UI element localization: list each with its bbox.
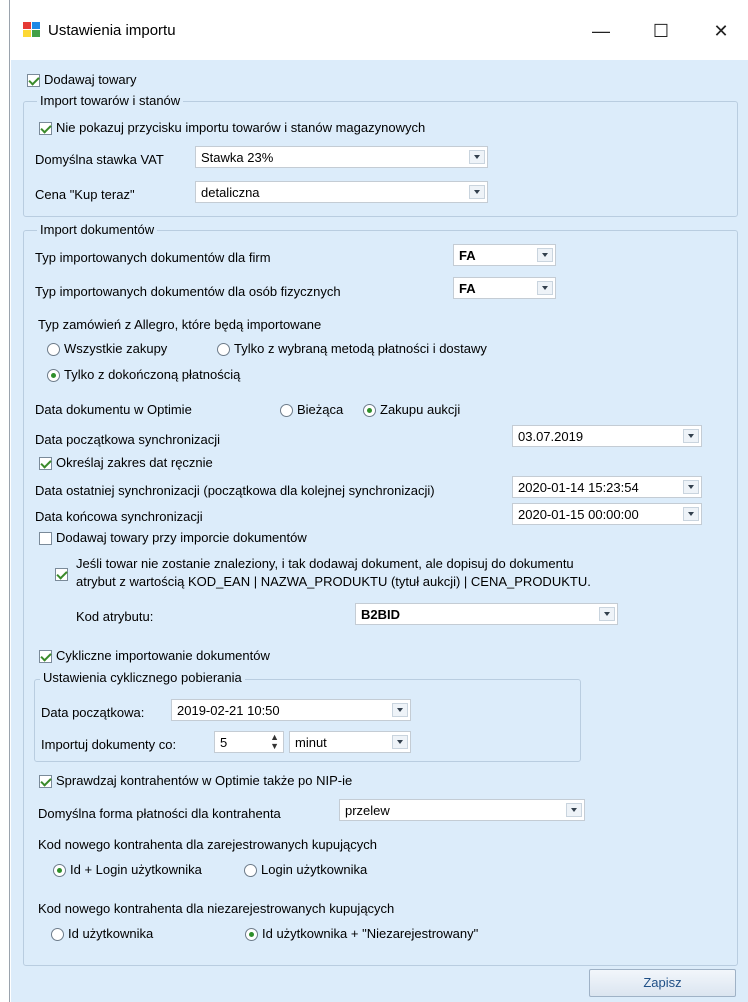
vat-value: Stawka 23% xyxy=(201,150,274,165)
close-button[interactable]: ✕ xyxy=(698,16,744,46)
manual-range-checkbox[interactable] xyxy=(39,457,52,470)
cyclic-start-value: 2019-02-21 10:50 xyxy=(177,703,280,718)
chevron-down-icon[interactable] xyxy=(566,803,582,817)
registered-opt1-label: Id + Login użytkownika xyxy=(70,862,202,877)
type-persons-combo[interactable]: FA xyxy=(453,277,556,299)
save-button[interactable]: Zapisz xyxy=(589,969,736,997)
orders-method-label: Tylko z wybraną metodą płatności i dosta… xyxy=(234,341,487,356)
cyclic-start-picker[interactable]: 2019-02-21 10:50 xyxy=(171,699,411,721)
chevron-down-icon[interactable] xyxy=(537,248,553,262)
minimize-button[interactable]: — xyxy=(578,16,624,46)
orders-paid-label: Tylko z dokończoną płatnością xyxy=(64,367,241,382)
import-every-stepper[interactable]: 5 ▲ ▼ xyxy=(214,731,284,753)
type-persons-value: FA xyxy=(459,281,476,296)
type-companies-label: Typ importowanych dokumentów dla firm xyxy=(35,250,271,265)
attr-code-combo[interactable]: B2BID xyxy=(355,603,618,625)
registered-opt2-label: Login użytkownika xyxy=(261,862,368,877)
cyclic-group-title: Ustawienia cyklicznego pobierania xyxy=(40,670,245,685)
import-every-value: 5 xyxy=(220,735,228,750)
cyclic-label: Cykliczne importowanie dokumentów xyxy=(56,648,270,663)
last-sync-label: Data ostatniej synchronizacji (początkow… xyxy=(35,483,435,498)
end-sync-picker[interactable]: 2020-01-15 00:00:00 xyxy=(512,503,702,525)
add-products-checkbox[interactable] xyxy=(27,74,40,87)
type-companies-combo[interactable]: FA xyxy=(453,244,556,266)
orders-all-radio[interactable] xyxy=(47,343,60,356)
last-sync-picker[interactable]: 2020-01-14 15:23:54 xyxy=(512,476,702,498)
doc-date-label: Data dokumentu w Optimie xyxy=(35,402,192,417)
orders-method-radio[interactable] xyxy=(217,343,230,356)
add-on-import-label: Dodawaj towary przy imporcie dokumentów xyxy=(56,530,307,545)
price-label: Cena "Kup teraz" xyxy=(35,187,135,202)
attr-code-value: B2BID xyxy=(361,607,401,622)
chevron-down-icon[interactable] xyxy=(469,150,485,164)
start-sync-value: 03.07.2019 xyxy=(518,429,584,444)
registered-opt1-radio[interactable] xyxy=(53,864,66,877)
window-title: Ustawienia importu xyxy=(48,22,176,39)
attr-code-label: Kod atrybutu: xyxy=(76,609,154,624)
price-combo[interactable]: detaliczna xyxy=(195,181,488,203)
payment-combo[interactable]: przelew xyxy=(339,799,585,821)
app-icon xyxy=(22,20,42,40)
registered-label: Kod nowego kontrahenta dla zarejestrowan… xyxy=(38,837,377,852)
payment-value: przelew xyxy=(345,803,390,818)
nip-check-checkbox[interactable] xyxy=(39,775,52,788)
chevron-down-icon[interactable] xyxy=(469,185,485,199)
vat-label: Domyślna stawka VAT xyxy=(35,152,164,167)
doc-date-current-label: Bieżąca xyxy=(297,402,344,417)
chevron-down-icon[interactable] xyxy=(599,607,615,621)
chevron-down-icon[interactable] xyxy=(392,735,408,749)
doc-date-current-radio[interactable] xyxy=(280,404,293,417)
stepper-arrows-icon[interactable]: ▲ ▼ xyxy=(270,733,279,751)
end-sync-value: 2020-01-15 00:00:00 xyxy=(518,507,639,522)
unregistered-opt2-label: Id użytkownika + "Niezarejestrowany" xyxy=(262,926,479,941)
unit-value: minut xyxy=(295,735,327,750)
doc-date-auction-radio[interactable] xyxy=(363,404,376,417)
unregistered-opt2-radio[interactable] xyxy=(245,928,258,941)
chevron-down-icon[interactable] xyxy=(683,480,699,494)
orders-all-label: Wszystkie zakupy xyxy=(64,341,168,356)
unregistered-opt1-label: Id użytkownika xyxy=(68,926,154,941)
maximize-button[interactable]: ☐ xyxy=(638,16,684,46)
end-sync-label: Data końcowa synchronizacji xyxy=(35,509,203,524)
type-persons-label: Typ importowanych dokumentów dla osób fi… xyxy=(35,284,341,299)
unit-combo[interactable]: minut xyxy=(289,731,411,753)
import-every-label: Importuj dokumenty co: xyxy=(41,737,177,752)
hide-import-button-checkbox[interactable] xyxy=(39,122,52,135)
start-sync-combo[interactable]: 03.07.2019 xyxy=(512,425,702,447)
price-value: detaliczna xyxy=(201,185,260,200)
vat-combo[interactable]: Stawka 23% xyxy=(195,146,488,168)
nip-check-label: Sprawdzaj kontrahentów w Optimie także p… xyxy=(56,773,353,788)
doc-date-auction-label: Zakupu aukcji xyxy=(380,402,461,417)
documents-group-title: Import dokumentów xyxy=(37,222,158,237)
add-on-import-checkbox[interactable] xyxy=(39,532,52,545)
start-sync-label: Data początkowa synchronizacji xyxy=(35,432,220,447)
not-found-line2: atrybut z wartością KOD_EAN | NAZWA_PROD… xyxy=(76,574,591,589)
last-sync-value: 2020-01-14 15:23:54 xyxy=(518,480,639,495)
chevron-down-icon[interactable] xyxy=(537,281,553,295)
cyclic-checkbox[interactable] xyxy=(39,650,52,663)
type-companies-value: FA xyxy=(459,248,476,263)
payment-label: Domyślna forma płatności dla kontrahenta xyxy=(38,806,281,821)
chevron-down-icon[interactable] xyxy=(392,703,408,717)
registered-opt2-radio[interactable] xyxy=(244,864,257,877)
cyclic-start-label: Data początkowa: xyxy=(41,705,145,720)
products-group-title: Import towarów i stanów xyxy=(37,93,184,108)
unregistered-opt1-radio[interactable] xyxy=(51,928,64,941)
chevron-down-icon[interactable] xyxy=(683,429,699,443)
add-products-label: Dodawaj towary xyxy=(44,72,137,87)
chevron-down-icon[interactable] xyxy=(683,507,699,521)
unregistered-label: Kod nowego kontrahenta dla niezarejestro… xyxy=(38,901,395,916)
not-found-line1: Jeśli towar nie zostanie znaleziony, i t… xyxy=(76,556,574,571)
hide-import-button-label: Nie pokazuj przycisku importu towarów i … xyxy=(56,120,426,135)
orders-label: Typ zamówień z Allegro, które będą impor… xyxy=(38,317,322,332)
orders-paid-radio[interactable] xyxy=(47,369,60,382)
not-found-checkbox[interactable] xyxy=(55,568,68,581)
manual-range-label: Określaj zakres dat ręcznie xyxy=(56,455,213,470)
